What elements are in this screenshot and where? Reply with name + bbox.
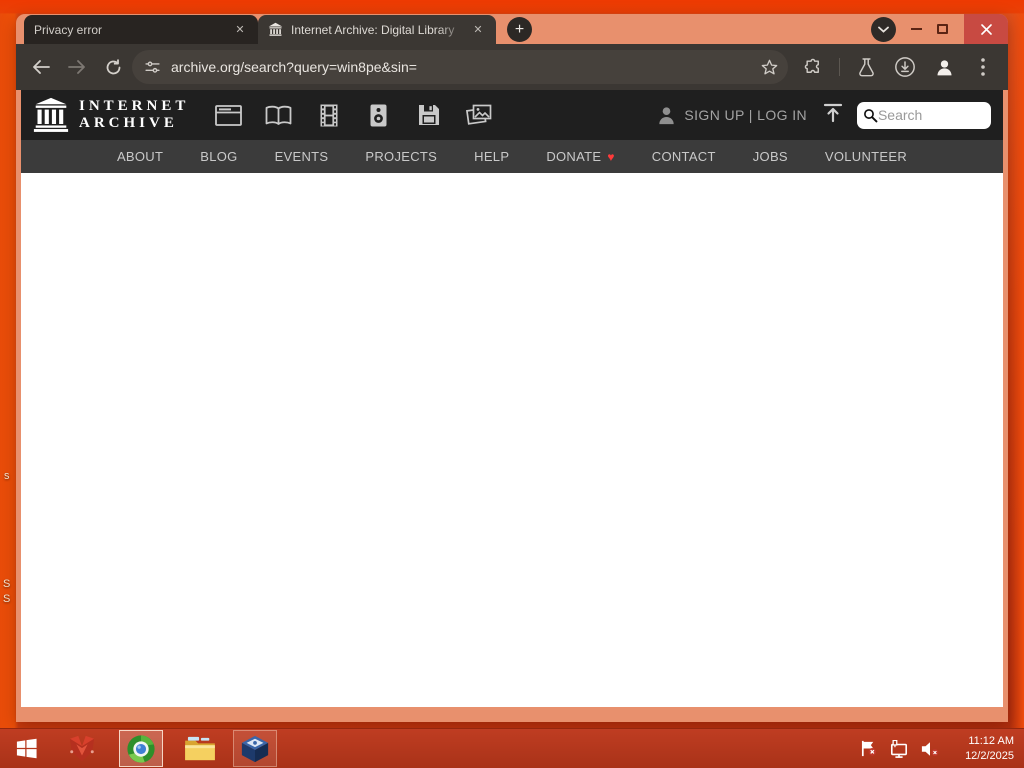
- nav-donate[interactable]: DONATE ♥: [546, 149, 614, 164]
- signup-link[interactable]: SIGN UP: [684, 107, 744, 123]
- labs-flask-icon[interactable]: [853, 54, 879, 80]
- person-icon: [659, 106, 675, 124]
- clock-date: 12/2/2025: [965, 749, 1014, 762]
- texts-mediatype-icon[interactable]: [265, 103, 292, 127]
- close-button[interactable]: [964, 14, 1008, 44]
- internet-archive-wordmark[interactable]: INTERNET ARCHIVE: [79, 98, 189, 133]
- bookmark-star-icon[interactable]: [760, 58, 779, 77]
- nav-contact[interactable]: CONTACT: [652, 149, 716, 164]
- site-settings-tune-icon[interactable]: [144, 59, 161, 76]
- audio-mediatype-icon[interactable]: [365, 103, 392, 127]
- wordmark-line1: INTERNET: [79, 97, 190, 114]
- tab-privacy-error[interactable]: Privacy error ✕: [24, 15, 258, 44]
- web-mediatype-icon[interactable]: [215, 103, 243, 127]
- nav-volunteer[interactable]: VOLUNTEER: [825, 149, 907, 164]
- site-nav: ABOUT BLOG EVENTS PROJECTS HELP DONATE ♥…: [21, 140, 1003, 173]
- action-center-flag-icon[interactable]: [858, 739, 878, 759]
- tab-close-icon[interactable]: ✕: [470, 22, 486, 38]
- nav-events[interactable]: EVENTS: [275, 149, 329, 164]
- toolbar-right-icons: [800, 54, 996, 80]
- tab-close-icon[interactable]: ✕: [232, 22, 248, 38]
- start-button[interactable]: [13, 736, 39, 762]
- site-search-input[interactable]: [877, 107, 987, 123]
- video-mediatype-icon[interactable]: [315, 103, 342, 127]
- volume-muted-icon[interactable]: [920, 739, 940, 759]
- tab-search-chevron-icon[interactable]: [871, 16, 896, 42]
- toolbar-separator: [839, 58, 840, 76]
- minimize-button[interactable]: [911, 28, 922, 30]
- maximize-button[interactable]: [937, 24, 948, 34]
- wordmark-line2: ARCHIVE: [79, 115, 178, 131]
- network-status-icon[interactable]: [889, 739, 909, 759]
- software-mediatype-icon[interactable]: [415, 103, 442, 127]
- windows-taskbar: 11:12 AM 12/2/2025: [0, 728, 1024, 768]
- tab-title: Internet Archive: Digital Library: [291, 22, 455, 37]
- downloads-icon[interactable]: [892, 54, 918, 80]
- tab-internet-archive[interactable]: Internet Archive: Digital Library ✕: [258, 15, 496, 44]
- page-blank-content: [21, 173, 1003, 707]
- internet-archive-favicon-icon: [268, 22, 283, 36]
- nav-help[interactable]: HELP: [474, 149, 509, 164]
- auth-divider: |: [748, 107, 753, 123]
- forward-icon[interactable]: [64, 54, 90, 80]
- address-bar[interactable]: archive.org/search?query=win8pe&sin=: [132, 50, 788, 84]
- internet-archive-header: INTERNET ARCHIVE SIGN UP | LOG IN Search: [21, 90, 1003, 140]
- internet-archive-logo-icon[interactable]: [33, 96, 69, 134]
- nav-about[interactable]: ABOUT: [117, 149, 163, 164]
- browser-menu-dots-icon[interactable]: [970, 54, 996, 80]
- profile-avatar-icon[interactable]: [931, 54, 957, 80]
- taskbar-clock[interactable]: 11:12 AM 12/2/2025: [956, 734, 1014, 763]
- browser-toolbar: archive.org/search?query=win8pe&sin=: [16, 44, 1008, 90]
- media-type-icons: [215, 103, 492, 127]
- reload-icon[interactable]: [100, 54, 126, 80]
- search-icon: [864, 108, 878, 122]
- new-tab-button[interactable]: +: [507, 17, 532, 42]
- system-tray: 11:12 AM 12/2/2025: [858, 734, 1014, 763]
- extensions-puzzle-icon[interactable]: [800, 54, 826, 80]
- nav-donate-label: DONATE: [546, 149, 602, 164]
- images-mediatype-icon[interactable]: [465, 103, 492, 127]
- browser-window: Privacy error ✕ Internet Archive: Digita…: [16, 14, 1008, 722]
- clock-time: 11:12 AM: [968, 735, 1014, 748]
- web-page: INTERNET ARCHIVE SIGN UP | LOG IN Search…: [21, 90, 1003, 707]
- header-account-area: SIGN UP | LOG IN: [655, 101, 991, 129]
- back-icon[interactable]: [28, 54, 54, 80]
- tab-strip: Privacy error ✕ Internet Archive: Digita…: [16, 14, 1008, 44]
- login-link[interactable]: LOG IN: [757, 107, 807, 123]
- url-text[interactable]: archive.org/search?query=win8pe&sin=: [171, 59, 760, 75]
- taskbar-red-app-icon[interactable]: [66, 733, 98, 765]
- upload-icon[interactable]: [823, 103, 843, 128]
- nav-jobs[interactable]: JOBS: [753, 149, 788, 164]
- nav-blog[interactable]: BLOG: [200, 149, 237, 164]
- taskbar-file-explorer-icon[interactable]: [184, 733, 216, 765]
- taskbar-browser-icon[interactable]: [119, 730, 163, 767]
- desktop-icon-label-fragment: S: [3, 593, 11, 605]
- signup-login-links: SIGN UP | LOG IN: [684, 107, 807, 123]
- desktop-icon-label-fragment: S: [3, 578, 11, 590]
- site-search-box[interactable]: [857, 101, 991, 129]
- nav-projects[interactable]: PROJECTS: [365, 149, 437, 164]
- window-controls: [871, 14, 1008, 44]
- heart-icon: ♥: [607, 149, 615, 164]
- tab-title: Privacy error: [34, 22, 103, 37]
- taskbar-virtualbox-icon[interactable]: [233, 730, 277, 767]
- desktop-icon-label-fragment: s: [4, 470, 10, 482]
